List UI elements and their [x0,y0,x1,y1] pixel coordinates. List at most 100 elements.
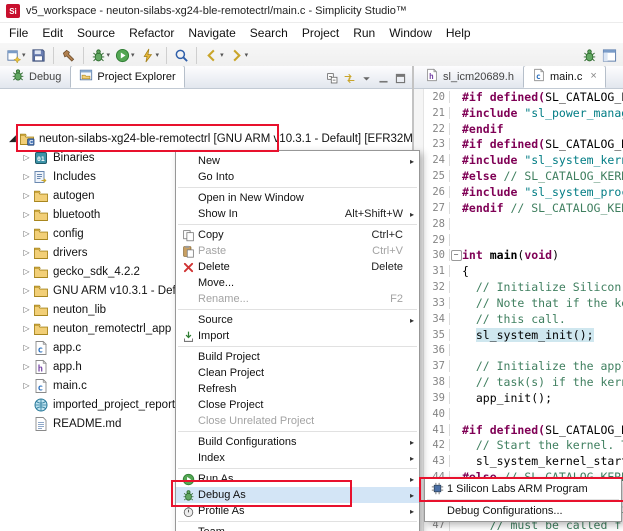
menu-search[interactable]: Search [243,24,295,42]
tree-expander-icon[interactable]: ▷ [20,362,33,371]
menu-navigate[interactable]: Navigate [181,24,242,42]
forward-icon[interactable]: ▾ [227,45,251,65]
context-menu-item-delete[interactable]: DeleteDelete [176,259,419,275]
tree-expander-icon[interactable]: ▷ [20,229,33,238]
line-number[interactable]: 28 [424,218,450,230]
line-number[interactable]: 24 [424,154,450,166]
code-line-36[interactable]: 36 [424,343,623,359]
tree-expander-icon[interactable]: ▷ [20,381,33,390]
code-line-24[interactable]: 24#include "sl_system_kernel [424,152,623,168]
line-number[interactable]: 34 [424,313,450,325]
menu-file[interactable]: File [2,24,35,42]
perspective-debug-icon[interactable] [580,45,599,65]
code-line-22[interactable]: 22#endif [424,121,623,137]
context-menu-item-move[interactable]: Move... [176,275,419,291]
menu-window[interactable]: Window [382,24,439,42]
menu-source[interactable]: Source [70,24,122,42]
context-menu-item-open-in-new-window[interactable]: Open in New Window [176,190,419,206]
dropdown-caret-icon[interactable]: ▾ [156,51,160,59]
context-menu-item-profile-as[interactable]: Profile As▸ [176,503,419,519]
maximize-icon[interactable] [392,68,409,88]
code-line-25[interactable]: 25#else // SL_CATALOG_KERNE [424,168,623,184]
dropdown-caret-icon[interactable]: ▾ [107,51,111,59]
line-number[interactable]: 31 [424,265,450,277]
submenu-item-debug-configurations[interactable]: Debug Configurations... [425,502,621,519]
code-line-35[interactable]: 35 sl_system_init(); [424,327,623,343]
code-line-21[interactable]: 21#include "sl_power_manage [424,105,623,121]
menu-run[interactable]: Run [346,24,382,42]
code-line-27[interactable]: 27#endif // SL_CATALOG_KERN [424,200,623,216]
flash-programmer-icon[interactable]: ▾ [138,45,162,65]
menu-help[interactable]: Help [439,24,478,42]
context-menu-item-copy[interactable]: CopyCtrl+C [176,227,419,243]
line-number[interactable]: 22 [424,123,450,135]
line-number[interactable]: 40 [424,408,450,420]
context-menu-item-index[interactable]: Index▸ [176,450,419,466]
tree-expander-icon[interactable]: ▷ [20,343,33,352]
line-number[interactable]: 33 [424,297,450,309]
line-number[interactable]: 27 [424,202,450,214]
context-menu-item-debug-as[interactable]: Debug As▸ [176,487,419,503]
code-line-23[interactable]: 23#if defined(SL_CATALOG_KER [424,137,623,153]
code-line-30[interactable]: 30−int main(void) [424,247,623,263]
code-line-28[interactable]: 28 [424,216,623,232]
code-line-41[interactable]: 41#if defined(SL_CATALOG_KER [424,422,623,438]
line-number[interactable]: 35 [424,329,450,341]
context-menu-item-team[interactable]: Team▸ [176,524,419,531]
build-icon[interactable] [59,45,78,65]
code-line-39[interactable]: 39 app_init(); [424,390,623,406]
code-line-33[interactable]: 33 // Note that if the kern [424,295,623,311]
line-number[interactable]: 26 [424,186,450,198]
menu-refactor[interactable]: Refactor [122,24,181,42]
debug-icon[interactable]: ▾ [89,45,113,65]
view-tab-project-explorer[interactable]: Project Explorer [70,66,184,88]
code-line-26[interactable]: 26#include "sl_system_proces [424,184,623,200]
context-menu-item-run-as[interactable]: Run As▸ [176,471,419,487]
tree-expander-icon[interactable]: ▷ [20,153,33,162]
line-number[interactable]: 21 [424,107,450,119]
code-line-20[interactable]: 20#if defined(SL_CATALOG_POW [424,89,623,105]
code-line-32[interactable]: 32 // Initialize Silicon La [424,279,623,295]
close-tab-icon[interactable]: × [590,71,596,82]
code-line-34[interactable]: 34 // this call. [424,311,623,327]
line-number[interactable]: 29 [424,234,450,246]
line-number[interactable]: 38 [424,376,450,388]
line-number[interactable]: 23 [424,138,450,150]
search-icon[interactable] [172,45,191,65]
tree-expander-icon[interactable]: ▷ [20,305,33,314]
code-line-38[interactable]: 38 // task(s) if the kernel [424,374,623,390]
code-line-37[interactable]: 37 // Initialize the applic [424,358,623,374]
tree-expander-icon[interactable]: ▷ [20,210,33,219]
new-wizard-icon[interactable]: ▾ [4,45,28,65]
line-number[interactable]: 20 [424,91,450,103]
view-tab-debug[interactable]: Debug [2,66,70,88]
minimize-icon[interactable] [375,68,392,88]
back-icon[interactable]: ▾ [202,45,226,65]
save-icon[interactable] [29,45,48,65]
tree-expander-icon[interactable]: ▷ [20,324,33,333]
menu-project[interactable]: Project [295,24,346,42]
tree-expander-icon[interactable]: ▷ [20,191,33,200]
context-menu-item-close-project[interactable]: Close Project [176,397,419,413]
line-number[interactable]: 39 [424,392,450,404]
tree-expander-icon[interactable]: ◢ [6,133,19,144]
code-line-43[interactable]: 43 sl_system_kernel_start() [424,453,623,469]
context-menu-item-show-in[interactable]: Show InAlt+Shift+W▸ [176,206,419,222]
context-menu-item-go-into[interactable]: Go Into [176,169,419,185]
context-menu-item-build-configurations[interactable]: Build Configurations▸ [176,434,419,450]
submenu-item-1-silicon-labs-arm-program[interactable]: 1 Silicon Labs ARM Program [425,480,621,497]
line-number[interactable]: 32 [424,281,450,293]
line-number[interactable]: 43 [424,455,450,467]
tree-expander-icon[interactable]: ▷ [20,172,33,181]
view-menu-icon[interactable] [358,68,375,88]
context-menu-item-clean-project[interactable]: Clean Project [176,365,419,381]
context-menu-item-refresh[interactable]: Refresh [176,381,419,397]
tree-expander-icon[interactable]: ▷ [20,248,33,257]
code-line-40[interactable]: 40 [424,406,623,422]
code-line-42[interactable]: 42 // Start the kernel. Ta [424,438,623,454]
dropdown-caret-icon[interactable]: ▾ [22,51,26,59]
fold-marker-icon[interactable]: − [450,250,462,261]
line-number[interactable]: 36 [424,344,450,356]
code-editor[interactable]: 20#if defined(SL_CATALOG_POW21#include "… [424,89,623,531]
dropdown-caret-icon[interactable]: ▾ [131,51,135,59]
